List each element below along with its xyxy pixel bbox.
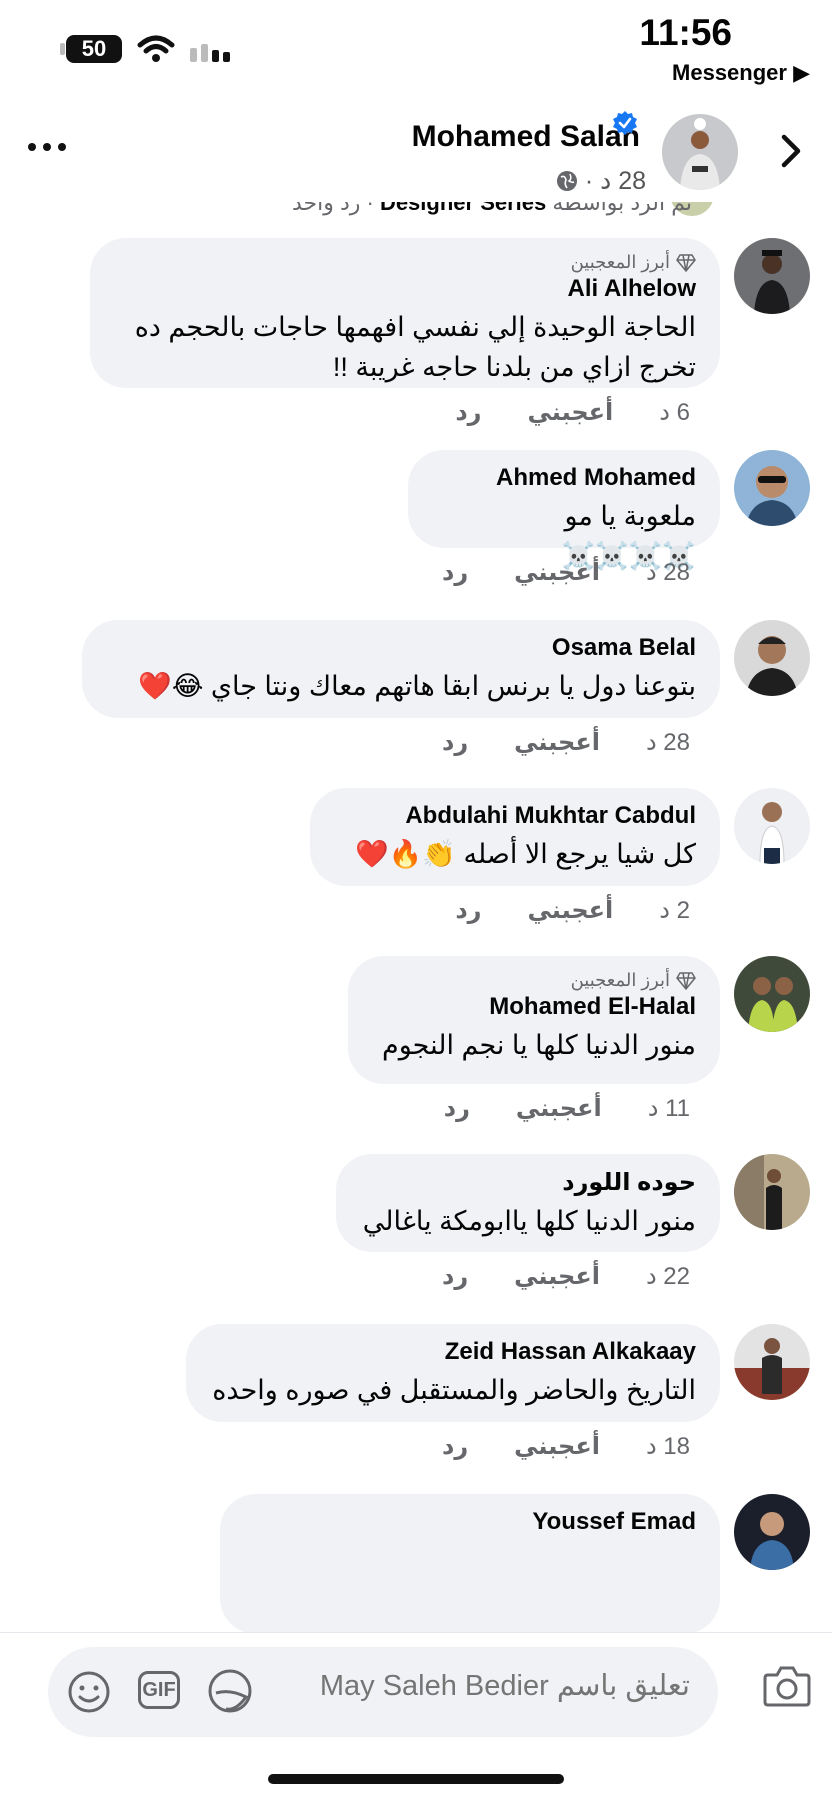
comment-composer-bar: GIF	[0, 1632, 832, 1757]
chevron-right-icon[interactable]	[780, 134, 802, 168]
comment-text: الحاجة الوحيدة إلي نفسي افهمها حاجات بال…	[134, 312, 696, 382]
comment-time: 2 د	[659, 897, 690, 924]
reply-button[interactable]: رد	[442, 728, 468, 757]
reply-button[interactable]: رد	[442, 558, 468, 587]
top-fan-badge: أبرز المعجبين	[114, 252, 696, 273]
like-button[interactable]: أعجبني	[527, 896, 613, 925]
globe-icon	[556, 171, 577, 191]
comment-author[interactable]: Abdulahi Mukhtar Cabdul	[334, 802, 696, 830]
comment-actions: 28 د أعجبني رد	[442, 558, 690, 587]
comment-text: كل شيا يرجع الا أصله 👏🔥❤️	[355, 839, 696, 869]
comment-actions: 2 د أعجبني رد	[455, 896, 690, 925]
top-fan-badge: أبرز المعجبين	[372, 970, 696, 991]
more-options-icon[interactable]	[28, 140, 66, 154]
comment-bubble[interactable]: Osama Belal بتوعنا دول يا برنس ابقا هاته…	[82, 620, 720, 718]
gif-icon[interactable]: GIF	[138, 1671, 180, 1709]
comment-author[interactable]: Osama Belal	[106, 634, 696, 662]
avatar[interactable]	[734, 620, 810, 696]
comment-author[interactable]: Zeid Hassan Alkakaay	[210, 1338, 696, 1366]
reply-author: Designer Series	[379, 202, 547, 215]
post-meta: 28 د ·	[555, 166, 646, 196]
comment-input[interactable]	[268, 1669, 692, 1704]
comment-time: 28 د	[645, 729, 690, 756]
emoji-icon[interactable]	[66, 1669, 112, 1715]
avatar[interactable]	[734, 788, 810, 864]
back-to-messenger[interactable]: Messenger ▶	[672, 60, 810, 86]
comment-bubble[interactable]: حوده اللورد منور الدنيا كلها ياابومكة يا…	[336, 1154, 720, 1252]
like-button[interactable]: أعجبني	[514, 1432, 600, 1461]
comment-bubble[interactable]: Youssef Emad	[220, 1494, 720, 1632]
comment-time: 22 د	[645, 1263, 690, 1290]
battery-nub	[60, 43, 65, 55]
like-button[interactable]: أعجبني	[514, 558, 600, 587]
sticker-icon[interactable]	[206, 1667, 254, 1715]
comment-author[interactable]: حوده اللورد	[360, 1168, 696, 1197]
comment-actions: 28 د أعجبني رد	[442, 728, 690, 757]
comment-text: منور الدنيا كلها ياابومكة ياغالي	[362, 1206, 696, 1236]
reply-button[interactable]: رد	[442, 1262, 468, 1291]
battery-icon: 50	[66, 35, 122, 63]
wifi-icon	[137, 35, 175, 62]
avatar[interactable]	[734, 238, 810, 314]
comment-bubble[interactable]: أبرز المعجبين Ali Alhelow الحاجة الوحيدة…	[90, 238, 720, 388]
comment-author[interactable]: Mohamed El-Halal	[372, 993, 696, 1021]
comment-time: 28 د	[645, 559, 690, 586]
reply-button[interactable]: رد	[455, 398, 481, 427]
comments-list: تم الرد بواسطة Designer Series · رد واحد…	[0, 202, 832, 1632]
comment-text: منور الدنيا كلها يا نجم النجوم	[382, 1030, 696, 1060]
diamond-icon	[676, 971, 696, 990]
comment-composer[interactable]: GIF	[48, 1647, 718, 1737]
post-time: 28 د ·	[584, 167, 646, 195]
like-button[interactable]: أعجبني	[527, 398, 613, 427]
post-header: Mohamed Salah 28 د ·	[0, 100, 832, 202]
status-time: 11:56	[639, 12, 732, 53]
comment-actions: 22 د أعجبني رد	[442, 1262, 690, 1291]
like-button[interactable]: أعجبني	[514, 1262, 600, 1291]
avatar[interactable]	[734, 1494, 810, 1570]
avatar[interactable]	[734, 450, 810, 526]
page-avatar[interactable]	[662, 114, 738, 190]
page-author-name[interactable]: Mohamed Salah	[412, 120, 640, 154]
comment-actions: 6 د أعجبني رد	[455, 398, 690, 427]
comment-author[interactable]: Ahmed Mohamed	[432, 464, 696, 492]
like-button[interactable]: أعجبني	[516, 1094, 602, 1123]
home-indicator	[268, 1774, 564, 1784]
like-button[interactable]: أعجبني	[514, 728, 600, 757]
comment-time: 6 د	[659, 399, 690, 426]
signal-icon	[190, 44, 230, 62]
verified-badge-icon	[613, 111, 637, 135]
camera-icon[interactable]	[762, 1663, 812, 1709]
comment-author[interactable]: Ali Alhelow	[114, 275, 696, 303]
comment-time: 11 د	[647, 1095, 690, 1122]
diamond-icon	[676, 253, 696, 272]
comment-text: التاريخ والحاضر والمستقبل في صوره واحده	[212, 1375, 696, 1405]
comment-actions: 11 د أعجبني رد	[444, 1094, 690, 1123]
status-bar: 50 11:56 Messenger ▶	[0, 0, 832, 100]
comment-author[interactable]: Youssef Emad	[244, 1508, 696, 1536]
avatar[interactable]	[734, 1154, 810, 1230]
comment-time: 18 د	[645, 1433, 690, 1460]
comment-bubble[interactable]: Ahmed Mohamed ملعوبة يا مو ☠️☠️☠️☠️	[408, 450, 720, 571]
comment-bubble[interactable]: Abdulahi Mukhtar Cabdul كل شيا يرجع الا …	[310, 788, 720, 886]
comment-bubble[interactable]: Zeid Hassan Alkakaay التاريخ والحاضر وال…	[186, 1324, 720, 1422]
avatar[interactable]	[734, 956, 810, 1032]
avatar[interactable]	[734, 1324, 810, 1400]
reply-button[interactable]: رد	[442, 1432, 468, 1461]
reply-button[interactable]: رد	[444, 1094, 470, 1123]
comment-text: بتوعنا دول يا برنس ابقا هاتهم معاك ونتا …	[138, 671, 696, 701]
reply-summary[interactable]: تم الرد بواسطة Designer Series · رد واحد	[292, 202, 692, 216]
comment-actions: 18 د أعجبني رد	[442, 1432, 690, 1461]
reply-button[interactable]: رد	[455, 896, 481, 925]
comment-bubble[interactable]: أبرز المعجبين Mohamed El-Halal منور الدن…	[348, 956, 720, 1084]
